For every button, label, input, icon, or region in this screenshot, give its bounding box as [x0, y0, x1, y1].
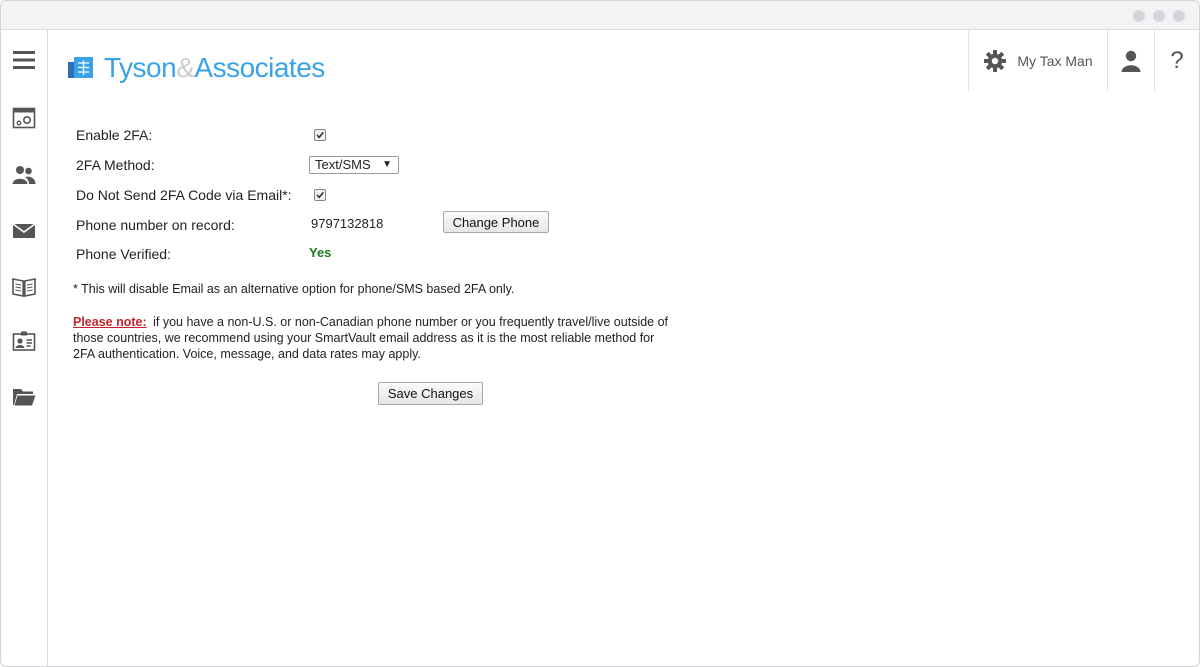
verified-status: Yes — [309, 245, 332, 260]
window-dot[interactable] — [1133, 10, 1145, 22]
brand-name-part2: Associates — [194, 52, 325, 83]
2fa-method-select[interactable]: Text/SMS ▼ — [309, 156, 399, 174]
two-factor-settings-form: Enable 2FA: 2FA Method: Text/SMS ▼ Do No… — [48, 92, 1199, 666]
window-dot[interactable] — [1153, 10, 1165, 22]
brand-logo[interactable]: Tyson&Associates — [68, 52, 325, 84]
footnote: * This will disable Email as an alternat… — [73, 282, 515, 296]
window-dot[interactable] — [1173, 10, 1185, 22]
please-note-text: if you have a non-U.S. or non-Canadian p… — [73, 315, 669, 361]
no-email-checkbox[interactable] — [314, 189, 326, 201]
save-changes-button[interactable]: Save Changes — [378, 382, 483, 405]
phone-number: 9797132818 — [311, 216, 384, 231]
menu-icon[interactable] — [12, 48, 36, 72]
chevron-down-icon: ▼ — [382, 159, 392, 170]
please-note-paragraph: Please note: if you have a non-U.S. or n… — [73, 314, 673, 362]
header-actions: My Tax Man ? — [968, 30, 1199, 92]
app-header: Tyson&Associates My Tax Man ? — [48, 30, 1199, 92]
gear-icon — [984, 50, 1007, 72]
sidebar — [1, 30, 48, 666]
title-bar — [1, 1, 1199, 30]
help-button[interactable]: ? — [1154, 30, 1199, 92]
checkmark-icon — [316, 191, 324, 199]
method-label: 2FA Method: — [76, 157, 155, 173]
settings-label: My Tax Man — [1017, 53, 1093, 69]
help-icon: ? — [1170, 47, 1184, 74]
user-account-button[interactable] — [1107, 30, 1154, 92]
2fa-method-value: Text/SMS — [315, 157, 371, 172]
checkmark-icon — [316, 131, 324, 139]
brand-name: Tyson&Associates — [104, 52, 325, 84]
folder-icon[interactable] — [12, 385, 36, 409]
mail-icon[interactable] — [12, 219, 36, 243]
dashboard-settings-icon[interactable] — [12, 106, 36, 130]
enable-2fa-checkbox[interactable] — [314, 129, 326, 141]
phone-label: Phone number on record: — [76, 217, 235, 233]
brand-name-part1: Tyson — [104, 52, 177, 83]
please-note-label: Please note: — [73, 315, 147, 329]
no-email-label: Do Not Send 2FA Code via Email*: — [76, 187, 292, 203]
window-controls — [1133, 10, 1185, 22]
enable-2fa-label: Enable 2FA: — [76, 127, 153, 143]
settings-menu[interactable]: My Tax Man — [968, 30, 1107, 92]
logo-icon — [68, 57, 93, 78]
brand-name-amp: & — [176, 52, 195, 83]
contacts-icon[interactable] — [12, 163, 36, 187]
verified-label: Phone Verified: — [76, 246, 171, 262]
change-phone-button[interactable]: Change Phone — [443, 211, 549, 233]
app-window: Tyson&Associates My Tax Man ? Enable 2FA… — [0, 0, 1200, 667]
id-card-icon[interactable] — [12, 330, 36, 354]
user-icon — [1121, 50, 1141, 72]
book-icon[interactable] — [12, 275, 36, 299]
